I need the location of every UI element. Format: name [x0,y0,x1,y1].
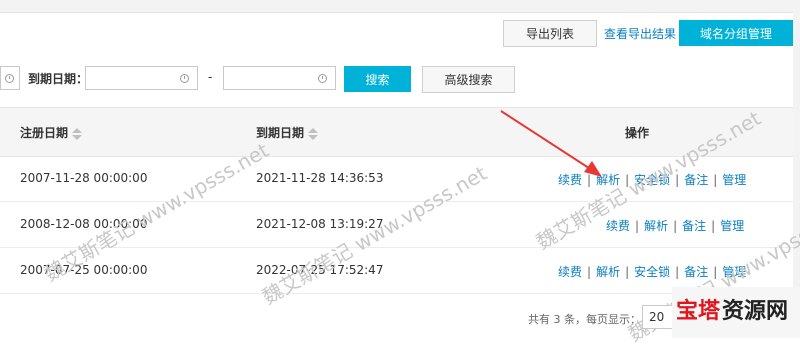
renew-link[interactable]: 续费 [558,265,582,279]
expire-date-label: 到期日期： [28,72,89,86]
sep: | [713,173,718,187]
renew-link[interactable]: 续费 [606,219,630,233]
sort-icon[interactable] [72,127,83,140]
domain-group-manage-button[interactable]: 域名分组管理 [679,20,793,46]
sort-icon[interactable] [308,127,319,140]
row-ops: 续费 | 解析 | 备注 | 管理 [606,217,744,234]
exp-date-cell: 2021-11-28 14:36:53 [256,171,384,185]
expire-start-input[interactable] [85,66,198,90]
reg-date-header[interactable]: 注册日期 [20,124,83,141]
expire-end-input[interactable] [223,66,336,90]
sep: | [587,265,592,279]
top-band [0,0,793,13]
dns-link[interactable]: 解析 [596,265,620,279]
start-date-tail-input[interactable] [0,66,20,90]
sep: | [635,219,640,233]
reg-date-cell: 2007-11-28 00:00:00 [20,171,148,185]
dns-link[interactable]: 解析 [644,219,668,233]
pager-summary: 共有 3 条，每页显示： [528,313,641,326]
range-separator: - [208,70,213,84]
view-export-link[interactable]: 查看导出结果 [604,25,676,42]
sep: | [675,265,680,279]
export-list-button[interactable]: 导出列表 [503,20,597,47]
exp-date-header-label: 到期日期 [256,126,305,140]
reg-date-header-label: 注册日期 [20,126,69,140]
exp-date-header[interactable]: 到期日期 [256,124,319,141]
sep: | [711,219,716,233]
brand-red-text: 宝塔 [676,299,721,324]
manage-link[interactable]: 管理 [722,173,746,187]
search-button[interactable]: 搜索 [344,66,411,92]
manage-link[interactable]: 管理 [720,219,744,233]
brand-black-text: 资源网 [722,299,789,324]
ops-header: 操作 [625,126,650,140]
sep: | [673,219,678,233]
advanced-search-button[interactable]: 高级搜索 [422,66,515,93]
security-lock-link[interactable]: 安全锁 [634,265,670,279]
annotation-arrow [500,110,602,177]
remark-link[interactable]: 备注 [684,173,708,187]
remark-link[interactable]: 备注 [682,219,706,233]
clock-icon [318,74,327,83]
clock-icon [5,74,14,83]
sep: | [625,265,630,279]
clock-icon [180,74,189,83]
